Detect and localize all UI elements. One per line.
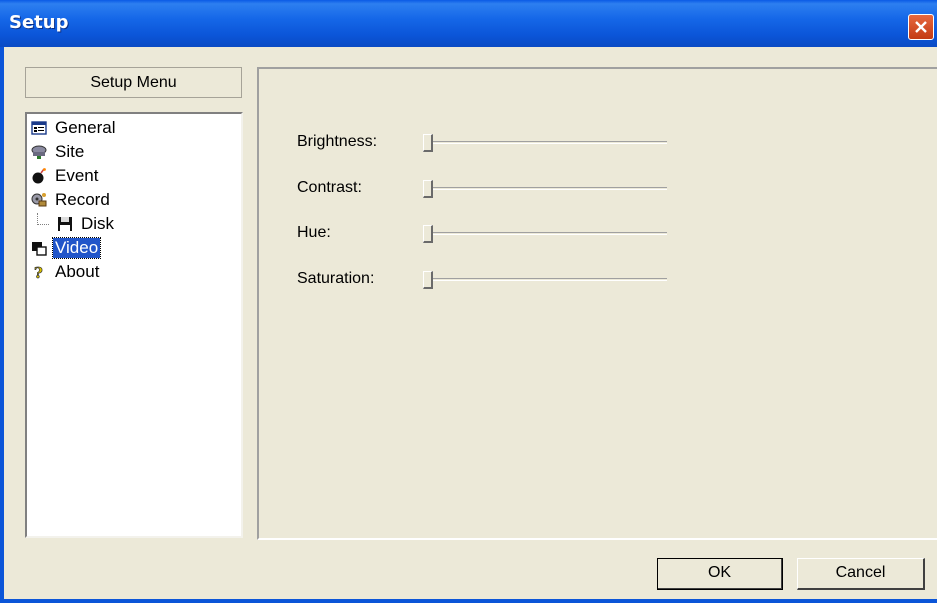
slider-thumb[interactable] xyxy=(423,180,433,198)
setup-dialog: Setup Setup Menu General Site Event Reco… xyxy=(0,0,937,603)
contrast-label: Contrast: xyxy=(297,179,362,196)
hue-label: Hue: xyxy=(297,224,331,241)
saturation-label: Saturation: xyxy=(297,270,375,287)
tree-item-label: General xyxy=(55,118,116,137)
svg-text:?: ? xyxy=(34,264,43,280)
tree-item-label: Site xyxy=(55,142,85,161)
title-bar[interactable]: Setup xyxy=(0,0,937,47)
slider-thumb[interactable] xyxy=(423,225,433,243)
close-button[interactable] xyxy=(908,14,934,40)
site-icon xyxy=(31,145,47,159)
tree-item-label-selected: Video xyxy=(51,237,102,259)
disk-floppy-icon xyxy=(58,217,72,231)
tree-connector xyxy=(37,224,49,226)
event-bomb-icon xyxy=(32,168,46,184)
video-icon xyxy=(32,242,47,256)
general-icon xyxy=(31,121,47,135)
ok-button[interactable]: OK xyxy=(657,558,783,590)
slider-track xyxy=(423,141,667,144)
slider-thumb[interactable] xyxy=(423,271,433,289)
slider-thumb[interactable] xyxy=(423,134,433,152)
slider-track xyxy=(423,232,667,235)
record-film-icon xyxy=(31,193,47,207)
about-question-icon: ? xyxy=(34,264,44,280)
tree-item-label: About xyxy=(55,262,100,281)
hue-slider[interactable] xyxy=(418,223,668,245)
setup-menu-header: Setup Menu xyxy=(25,67,242,98)
close-icon xyxy=(915,21,927,33)
window-frame-bottom xyxy=(0,599,937,603)
window-frame-left xyxy=(0,47,4,603)
saturation-slider[interactable] xyxy=(418,269,668,291)
brightness-label: Brightness: xyxy=(297,133,378,150)
brightness-slider[interactable] xyxy=(418,132,668,154)
setup-menu-tree[interactable]: General Site Event Record Disk Video ? A… xyxy=(25,112,243,538)
tree-item-label: Event xyxy=(55,166,99,185)
window-title: Setup xyxy=(9,12,69,33)
tree-item-label: Record xyxy=(55,190,110,209)
cancel-button[interactable]: Cancel xyxy=(797,558,925,590)
slider-track xyxy=(423,187,667,190)
contrast-slider[interactable] xyxy=(418,178,668,200)
slider-track xyxy=(423,278,667,281)
tree-item-label: Disk xyxy=(81,214,115,233)
